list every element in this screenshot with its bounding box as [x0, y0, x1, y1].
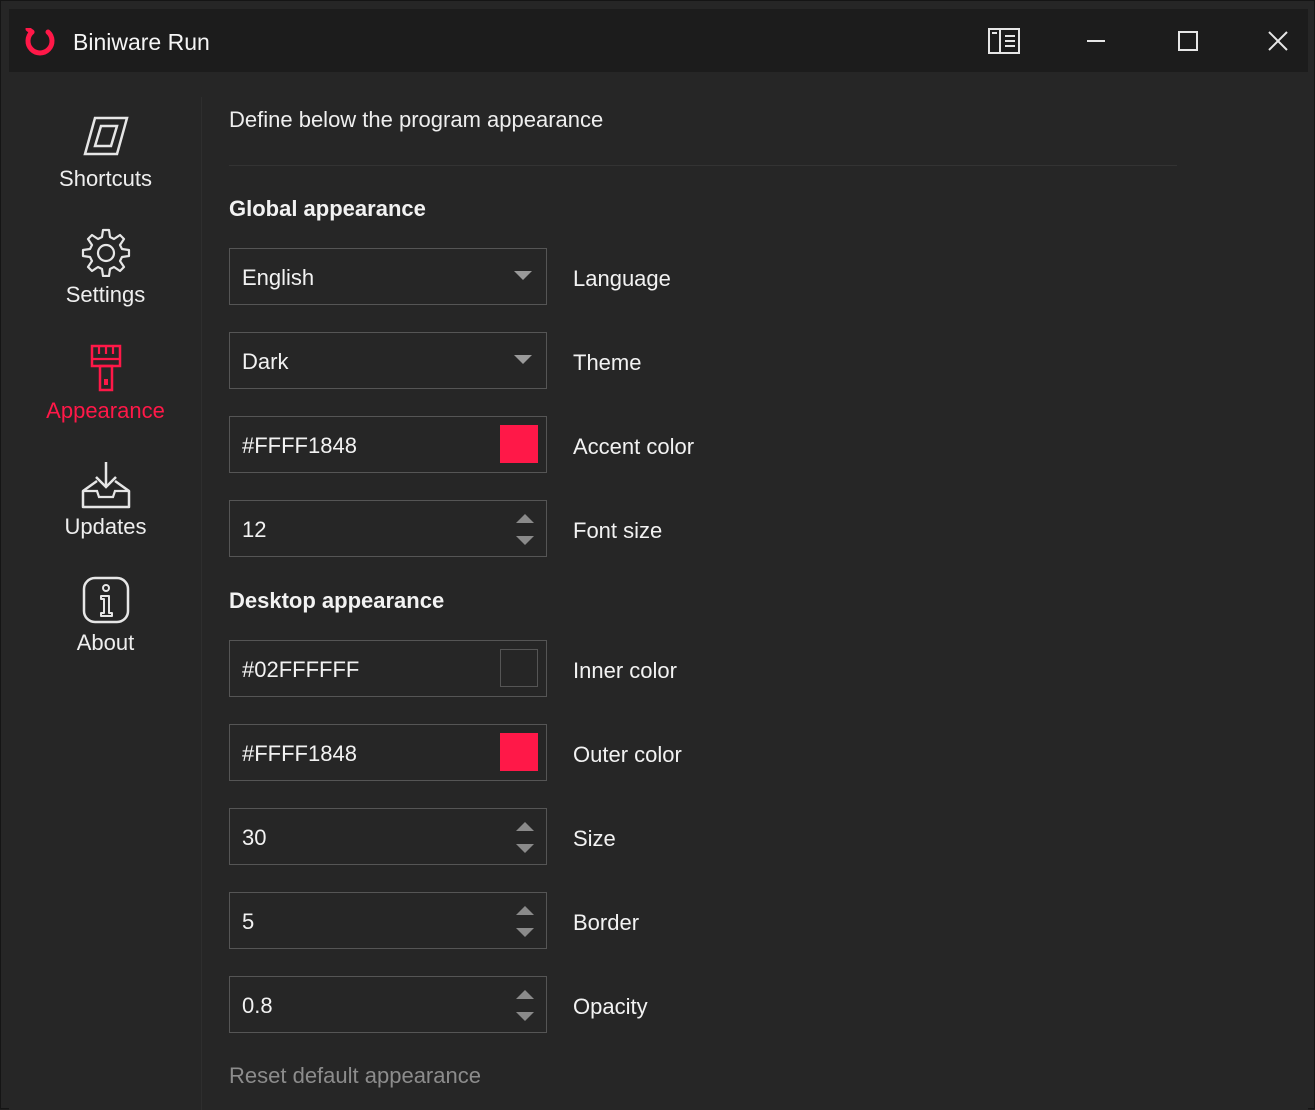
download-icon	[81, 462, 130, 509]
accent-color-value: #FFFF1848	[242, 433, 357, 458]
spin-up-icon[interactable]	[516, 514, 534, 523]
language-dropdown[interactable]: English	[229, 248, 547, 305]
sidebar-item-appearance[interactable]: Appearance	[33, 333, 178, 437]
theme-label: Theme	[573, 350, 642, 375]
opacity-value: 0.8	[242, 993, 273, 1018]
outer-color-field[interactable]: #FFFF1848	[229, 724, 547, 781]
sidebar-item-label: About	[76, 630, 135, 655]
app-window: Biniware Run Shortcuts Settings Appearan…	[0, 0, 1315, 1110]
sidebar-divider	[201, 97, 202, 1110]
book-icon	[988, 27, 1020, 54]
accent-color-swatch[interactable]	[500, 425, 538, 463]
content-area	[9, 72, 1308, 1110]
inner-color-swatch[interactable]	[500, 649, 538, 687]
language-value: English	[242, 265, 315, 290]
sidebar-item-label: Settings	[65, 282, 146, 307]
sidebar-item-about[interactable]: About	[33, 565, 178, 669]
sidebar-item-updates[interactable]: Updates	[33, 449, 178, 553]
accent-color-field[interactable]: #FFFF1848	[229, 416, 547, 473]
book-button[interactable]	[973, 9, 1035, 72]
sidebar-item-shortcuts[interactable]: Shortcuts	[33, 101, 178, 205]
theme-value: Dark	[242, 349, 289, 374]
inner-color-field[interactable]: #02FFFFFF	[229, 640, 547, 697]
border-value: 5	[242, 909, 255, 934]
shortcut-icon	[82, 116, 129, 156]
heading-divider	[229, 165, 1177, 166]
close-button[interactable]	[1247, 9, 1309, 72]
gear-icon	[81, 228, 130, 277]
accent-color-label: Accent color	[573, 434, 695, 459]
spin-down-icon[interactable]	[516, 928, 534, 937]
border-stepper[interactable]: 5	[229, 892, 547, 949]
minimize-button[interactable]	[1065, 9, 1127, 72]
theme-dropdown[interactable]: Dark	[229, 332, 547, 389]
maximize-button[interactable]	[1157, 9, 1219, 72]
reset-appearance-link[interactable]: Reset default appearance	[229, 1063, 481, 1089]
size-value: 30	[242, 825, 267, 850]
font-size-value: 12	[242, 517, 267, 542]
opacity-label: Opacity	[573, 994, 648, 1019]
spin-down-icon[interactable]	[516, 844, 534, 853]
app-logo-icon	[25, 28, 55, 56]
sidebar-item-label: Updates	[64, 514, 147, 539]
outer-color-label: Outer color	[573, 742, 682, 767]
inner-color-value: #02FFFFFF	[242, 657, 360, 682]
section-title-desktop: Desktop appearance	[229, 588, 445, 613]
border-label: Border	[573, 910, 640, 935]
outer-color-value: #FFFF1848	[242, 741, 357, 766]
spin-down-icon[interactable]	[516, 536, 534, 545]
spin-up-icon[interactable]	[516, 990, 534, 999]
chevron-down-icon[interactable]	[514, 271, 532, 280]
sidebar-item-settings[interactable]: Settings	[33, 217, 178, 321]
sidebar-item-label: Shortcuts	[59, 166, 152, 191]
language-label: Language	[573, 266, 671, 291]
brush-icon	[90, 344, 121, 392]
info-icon	[82, 576, 129, 624]
close-icon	[1268, 30, 1288, 51]
size-stepper[interactable]: 30	[229, 808, 547, 865]
page-heading: Define below the program appearance	[229, 107, 604, 132]
font-size-label: Font size	[573, 518, 663, 543]
size-label: Size	[573, 826, 616, 851]
spin-up-icon[interactable]	[516, 906, 534, 915]
opacity-stepper[interactable]: 0.8	[229, 976, 547, 1033]
font-size-stepper[interactable]: 12	[229, 500, 547, 557]
maximize-icon	[1178, 30, 1198, 51]
minimize-icon	[1087, 39, 1105, 42]
inner-color-label: Inner color	[573, 658, 677, 683]
section-title-global: Global appearance	[229, 196, 426, 221]
sidebar-item-label: Appearance	[46, 398, 165, 423]
spin-down-icon[interactable]	[516, 1012, 534, 1021]
window-title: Biniware Run	[73, 29, 210, 55]
chevron-down-icon[interactable]	[514, 355, 532, 364]
spin-up-icon[interactable]	[516, 822, 534, 831]
outer-color-swatch[interactable]	[500, 733, 538, 771]
